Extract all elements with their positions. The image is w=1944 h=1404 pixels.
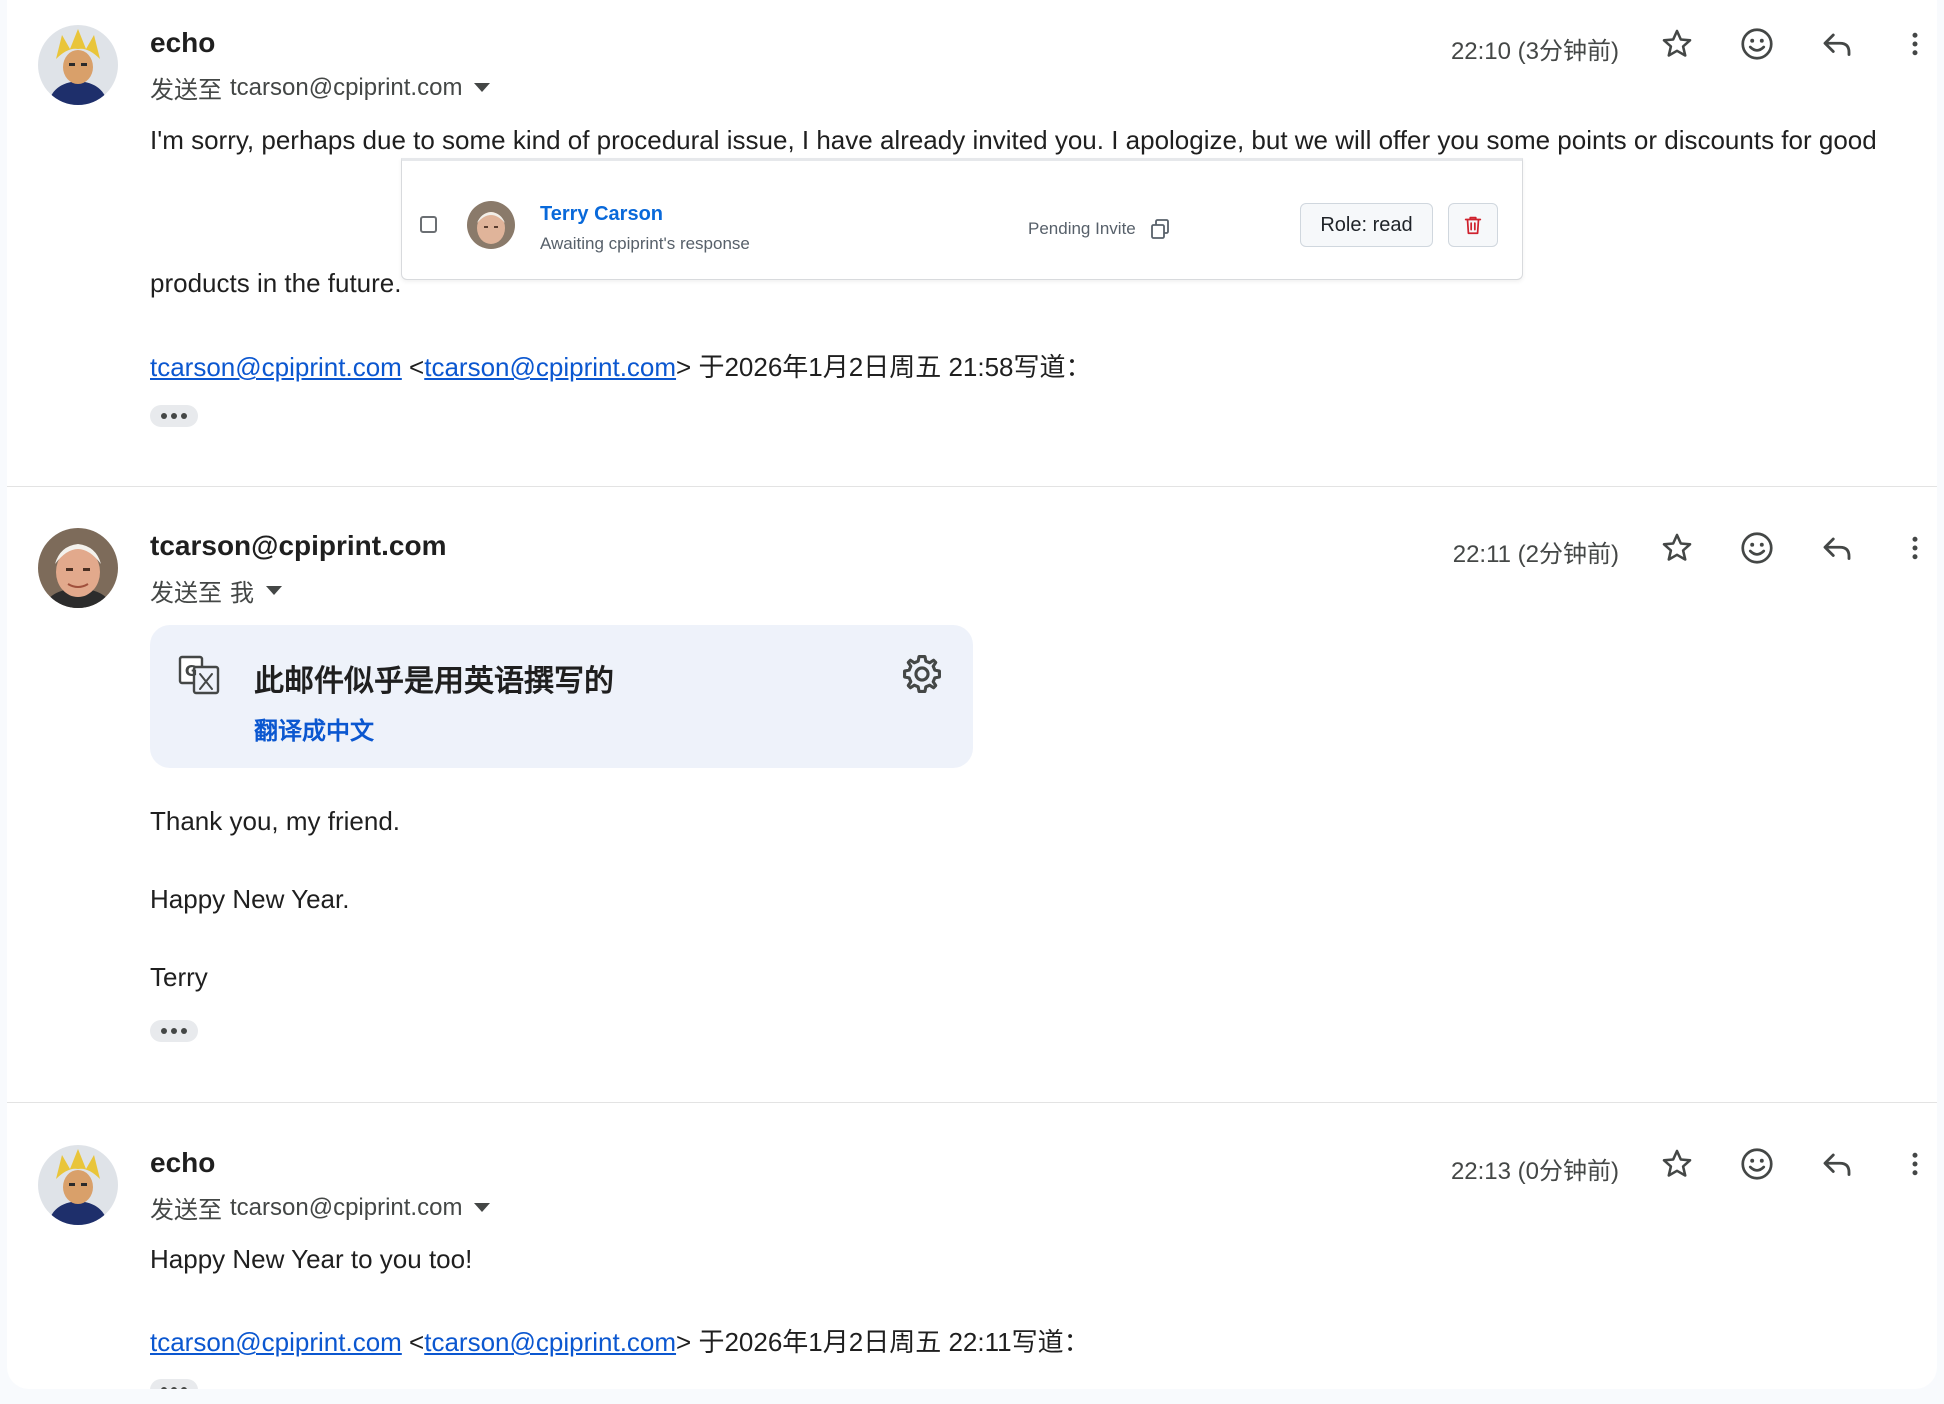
role-button[interactable]: Role: read [1300, 203, 1433, 247]
more-vert-icon [1912, 32, 1918, 56]
sender-name[interactable]: tcarson@cpiprint.com [150, 530, 446, 562]
avatar[interactable] [38, 25, 118, 105]
email-link[interactable]: tcarson@cpiprint.com [424, 352, 676, 382]
caret-down-icon [474, 83, 491, 92]
message-body-line: Thank you, my friend. [150, 806, 400, 836]
message-body-line: Happy New Year to you too! [150, 1244, 473, 1274]
quote-date-text: > 于2026年1月2日周五 22:11写道： [676, 1327, 1090, 1357]
reply-button[interactable] [1807, 1134, 1867, 1194]
message-3: echo 发送至 tcarson@cpiprint.com 22:13 (0分钟… [7, 1103, 1937, 1389]
star-button[interactable] [1647, 14, 1707, 74]
caret-down-icon [474, 1203, 491, 1212]
emoji-icon [1741, 532, 1773, 564]
invitee-name[interactable]: Terry Carson [540, 203, 663, 226]
gear-icon [903, 655, 941, 693]
trash-icon [1464, 216, 1482, 235]
quote-header: tcarson@cpiprint.com <tcarson@cpiprint.c… [150, 347, 1092, 384]
more-options-button[interactable] [1885, 518, 1937, 578]
message-actions [1647, 1134, 1937, 1194]
svg-text:G: G [185, 662, 197, 680]
emoji-icon [1741, 28, 1773, 60]
sender-name[interactable]: echo [150, 27, 215, 59]
avatar[interactable] [38, 528, 118, 608]
message-time: 22:11 (2分钟前) [1452, 541, 1619, 568]
email-link[interactable]: tcarson@cpiprint.com [424, 1327, 676, 1357]
avatar[interactable] [38, 1145, 118, 1225]
invite-avatar [467, 201, 515, 249]
recipients-prefix: 发送至 [150, 1197, 222, 1224]
recipients-toggle[interactable]: 发送至 tcarson@cpiprint.com [150, 70, 491, 105]
message-actions [1647, 518, 1937, 578]
sender-name[interactable]: echo [150, 1147, 215, 1179]
recipients-toggle[interactable]: 发送至 tcarson@cpiprint.com [150, 1190, 491, 1225]
quote-header: tcarson@cpiprint.com <tcarson@cpiprint.c… [150, 1322, 1090, 1359]
translate-banner: G 此邮件似乎是用英语撰写的 翻译成中文 [150, 625, 973, 768]
message-time: 22:10 (3分钟前) [1450, 38, 1619, 65]
more-vert-icon [1912, 536, 1918, 560]
quote-bracket: < [401, 352, 425, 382]
reply-button[interactable] [1807, 518, 1867, 578]
emoji-reaction-button[interactable] [1727, 518, 1787, 578]
email-thread: echo 发送至 tcarson@cpiprint.com 22:10 (3分钟… [7, 0, 1937, 1389]
star-button[interactable] [1647, 1134, 1707, 1194]
pending-invite: Pending Invite [1028, 217, 1172, 241]
recipients-prefix: 发送至 [150, 580, 222, 607]
reply-icon [1823, 33, 1851, 56]
show-trimmed-content-button[interactable] [150, 1020, 198, 1042]
message-actions [1647, 14, 1937, 74]
translate-to-chinese-link[interactable]: 翻译成中文 [254, 711, 374, 746]
star-icon [1662, 533, 1692, 561]
message-body-line: I'm sorry, perhaps due to some kind of p… [150, 125, 1877, 155]
more-options-button[interactable] [1885, 1134, 1937, 1194]
message-body-line: Terry [150, 962, 208, 992]
reply-button[interactable] [1807, 14, 1867, 74]
emoji-reaction-button[interactable] [1727, 14, 1787, 74]
invite-status: Awaiting cpiprint's response [540, 234, 750, 253]
message-body-line: Happy New Year. [150, 884, 350, 914]
message-2: tcarson@cpiprint.com 发送至 我 22:11 (2分钟前) … [7, 487, 1937, 1102]
email-link[interactable]: tcarson@cpiprint.com [150, 1327, 402, 1357]
recipients-list: 我 [230, 580, 254, 607]
star-icon [1662, 29, 1692, 57]
translate-settings-button[interactable] [900, 652, 944, 701]
star-icon [1662, 1149, 1692, 1177]
pending-invite-label: Pending Invite [1028, 219, 1136, 238]
quote-bracket: < [401, 1327, 425, 1357]
reply-icon [1823, 1153, 1851, 1176]
show-trimmed-content-button[interactable] [150, 1379, 198, 1389]
email-link[interactable]: tcarson@cpiprint.com [150, 352, 402, 382]
caret-down-icon [266, 586, 282, 595]
recipients-prefix: 发送至 [150, 77, 222, 104]
reply-icon [1823, 537, 1851, 560]
invite-card: Terry Carson Awaiting cpiprint's respons… [401, 158, 1523, 280]
copy-icon[interactable] [1148, 217, 1172, 241]
recipients-toggle[interactable]: 发送至 我 [150, 573, 282, 608]
recipients-list: tcarson@cpiprint.com [230, 1193, 463, 1221]
invite-checkbox[interactable] [420, 216, 437, 233]
star-button[interactable] [1647, 518, 1707, 578]
translate-banner-title: 此邮件似乎是用英语撰写的 [254, 665, 614, 698]
emoji-icon [1741, 1148, 1773, 1180]
translate-icon: G [178, 653, 222, 702]
more-vert-icon [1912, 1152, 1918, 1176]
delete-invite-button[interactable] [1448, 203, 1498, 247]
more-options-button[interactable] [1885, 14, 1937, 74]
quote-date-text: > 于2026年1月2日周五 21:58写道： [676, 352, 1092, 382]
emoji-reaction-button[interactable] [1727, 1134, 1787, 1194]
show-trimmed-content-button[interactable] [150, 405, 198, 427]
message-body-line: products in the future. [150, 268, 402, 298]
recipients-list: tcarson@cpiprint.com [230, 73, 463, 101]
message-time: 22:13 (0分钟前) [1450, 1158, 1619, 1185]
